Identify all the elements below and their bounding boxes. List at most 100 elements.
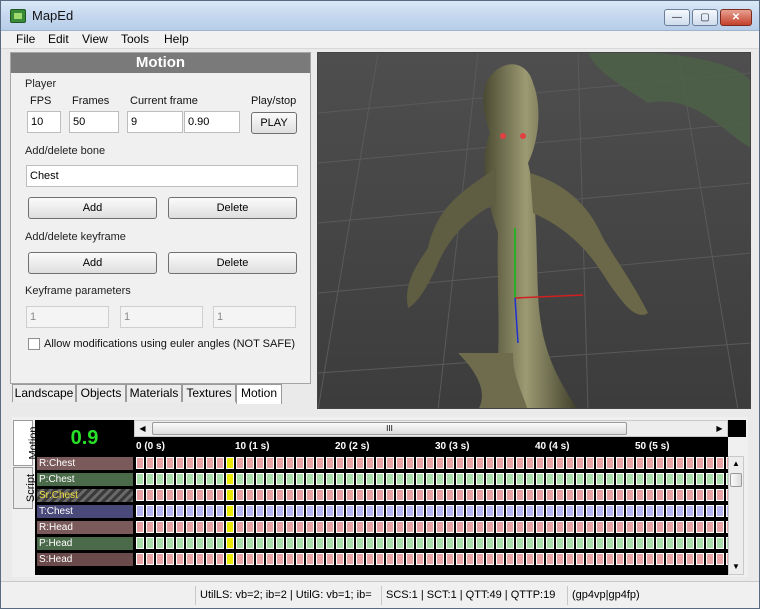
keyframe-cell[interactable] bbox=[186, 553, 194, 565]
keyframe-cell[interactable] bbox=[256, 489, 264, 501]
keyframe-cell[interactable] bbox=[426, 457, 434, 469]
keyframe-cell[interactable] bbox=[196, 473, 204, 485]
keyframe-cell[interactable] bbox=[146, 473, 154, 485]
keyframe-cell[interactable] bbox=[566, 521, 574, 533]
param-field-1[interactable]: 1 bbox=[26, 306, 109, 328]
keyframe-cell[interactable] bbox=[486, 473, 494, 485]
keyframe-cell[interactable] bbox=[456, 553, 464, 565]
close-button[interactable]: ✕ bbox=[720, 9, 752, 26]
track-area[interactable]: R:Chest P:Chest Sr:Chest T:Chest R:Head P:Hea… bbox=[35, 456, 728, 575]
keyframe-cell[interactable] bbox=[696, 521, 704, 533]
keyframe-cell[interactable] bbox=[286, 537, 294, 549]
keyframe-cell[interactable] bbox=[266, 537, 274, 549]
track-row[interactable]: Sr:Chest bbox=[35, 488, 728, 502]
keyframe-cell[interactable] bbox=[636, 473, 644, 485]
keyframe-cell[interactable] bbox=[436, 457, 444, 469]
keyframe-cell[interactable] bbox=[656, 537, 664, 549]
keyframe-cell[interactable] bbox=[356, 505, 364, 517]
keyframe-cell[interactable] bbox=[576, 473, 584, 485]
menu-view[interactable]: View bbox=[80, 32, 110, 46]
keyframe-cell[interactable] bbox=[316, 505, 324, 517]
keyframe-cell[interactable] bbox=[626, 537, 634, 549]
track-cells[interactable] bbox=[136, 521, 728, 533]
keyframe-cell[interactable] bbox=[496, 553, 504, 565]
track-cells[interactable] bbox=[136, 553, 728, 565]
keyframe-cell[interactable] bbox=[216, 489, 224, 501]
keyframe-cell[interactable] bbox=[266, 489, 274, 501]
keyframe-cell[interactable] bbox=[706, 489, 714, 501]
keyframe-cell[interactable] bbox=[276, 489, 284, 501]
keyframe-cell[interactable] bbox=[556, 473, 564, 485]
tab-landscape[interactable]: Landscape bbox=[12, 384, 76, 402]
keyframe-cell[interactable] bbox=[366, 489, 374, 501]
scroll-right-arrow-icon[interactable]: ▶ bbox=[712, 421, 727, 436]
keyframe-cell[interactable] bbox=[446, 473, 454, 485]
keyframe-cell[interactable] bbox=[536, 489, 544, 501]
keyframe-cell[interactable] bbox=[586, 473, 594, 485]
keyframe-cell[interactable] bbox=[176, 553, 184, 565]
keyframe-cell[interactable] bbox=[576, 489, 584, 501]
track-row[interactable]: R:Chest bbox=[35, 456, 728, 470]
keyframe-cell[interactable] bbox=[386, 505, 394, 517]
keyframe-cell[interactable] bbox=[256, 505, 264, 517]
keyframe-cell[interactable] bbox=[226, 473, 234, 485]
keyframe-cell[interactable] bbox=[206, 553, 214, 565]
keyframe-cell[interactable] bbox=[276, 521, 284, 533]
keyframe-cell[interactable] bbox=[336, 553, 344, 565]
keyframe-cell[interactable] bbox=[156, 489, 164, 501]
keyframe-cell[interactable] bbox=[206, 505, 214, 517]
keyframe-cell[interactable] bbox=[666, 505, 674, 517]
keyframe-cell[interactable] bbox=[256, 553, 264, 565]
keyframe-cell[interactable] bbox=[216, 457, 224, 469]
keyframe-cell[interactable] bbox=[586, 489, 594, 501]
keyframe-cell[interactable] bbox=[706, 553, 714, 565]
keyframe-cell[interactable] bbox=[166, 457, 174, 469]
keyframe-cell[interactable] bbox=[206, 521, 214, 533]
keyframe-cell[interactable] bbox=[706, 537, 714, 549]
keyframe-cell[interactable] bbox=[696, 537, 704, 549]
keyframe-cell[interactable] bbox=[556, 521, 564, 533]
keyframe-cell[interactable] bbox=[716, 473, 724, 485]
keyframe-cell[interactable] bbox=[136, 457, 144, 469]
keyframe-cell[interactable] bbox=[436, 473, 444, 485]
keyframe-cell[interactable] bbox=[486, 521, 494, 533]
keyframe-cell[interactable] bbox=[206, 489, 214, 501]
keyframe-cell[interactable] bbox=[636, 521, 644, 533]
keyframe-cell[interactable] bbox=[606, 537, 614, 549]
keyframe-cell[interactable] bbox=[306, 505, 314, 517]
keyframe-cell[interactable] bbox=[296, 553, 304, 565]
keyframe-cell[interactable] bbox=[696, 553, 704, 565]
keyframe-cell[interactable] bbox=[506, 489, 514, 501]
keyframe-cell[interactable] bbox=[436, 521, 444, 533]
keyframe-cell[interactable] bbox=[476, 473, 484, 485]
keyframe-cell[interactable] bbox=[596, 505, 604, 517]
keyframe-cell[interactable] bbox=[326, 489, 334, 501]
keyframe-cell[interactable] bbox=[456, 521, 464, 533]
current-frame-field[interactable]: 9 bbox=[127, 111, 183, 133]
keyframe-cell[interactable] bbox=[266, 457, 274, 469]
keyframe-cell[interactable] bbox=[336, 537, 344, 549]
keyframe-cell[interactable] bbox=[266, 505, 274, 517]
keyframe-cell[interactable] bbox=[716, 505, 724, 517]
keyframe-cell[interactable] bbox=[236, 521, 244, 533]
keyframe-cell[interactable] bbox=[676, 489, 684, 501]
keyframe-cell[interactable] bbox=[546, 489, 554, 501]
keyframe-cell[interactable] bbox=[146, 505, 154, 517]
track-label[interactable]: R:Chest bbox=[37, 457, 133, 470]
keyframe-cell[interactable] bbox=[706, 521, 714, 533]
keyframe-cell[interactable] bbox=[396, 537, 404, 549]
keyframe-cell[interactable] bbox=[286, 505, 294, 517]
tab-materials[interactable]: Materials bbox=[126, 384, 182, 402]
menu-file[interactable]: File bbox=[14, 32, 37, 46]
scroll-down-arrow-icon[interactable]: ▼ bbox=[729, 560, 743, 574]
keyframe-cell[interactable] bbox=[496, 457, 504, 469]
keyframe-cell[interactable] bbox=[626, 553, 634, 565]
keyframe-cell[interactable] bbox=[716, 489, 724, 501]
keyframe-cell[interactable] bbox=[406, 537, 414, 549]
keyframe-cell[interactable] bbox=[376, 473, 384, 485]
keyframe-cell[interactable] bbox=[636, 489, 644, 501]
keyframe-cell[interactable] bbox=[566, 473, 574, 485]
keyframe-cell[interactable] bbox=[436, 505, 444, 517]
keyframe-cell[interactable] bbox=[246, 553, 254, 565]
keyframe-cell[interactable] bbox=[336, 505, 344, 517]
